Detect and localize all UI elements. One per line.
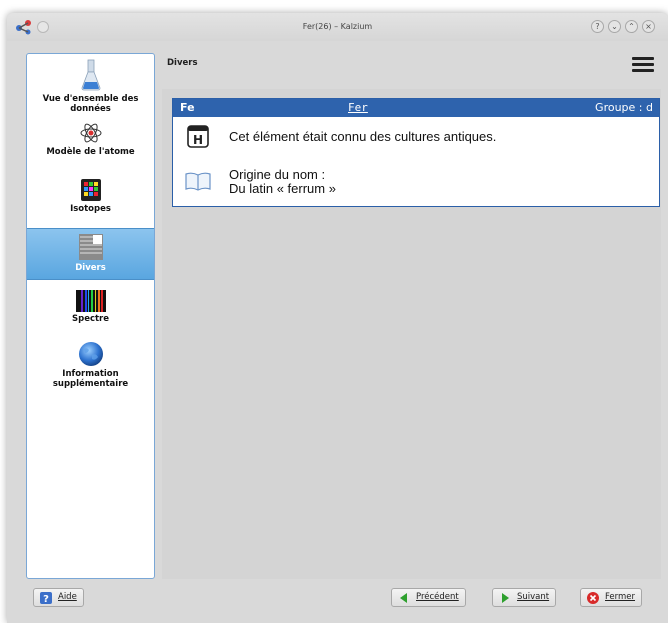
sidebar-item-extra-info[interactable]: Information supplémentaire xyxy=(27,341,154,397)
isotopes-icon xyxy=(80,179,101,201)
element-symbol: Fe xyxy=(180,101,195,114)
sidebar: Vue d'ensemble des données Modèle de l'a… xyxy=(26,53,155,579)
sidebar-item-label: Divers xyxy=(75,263,106,273)
close-icon[interactable]: × xyxy=(642,20,655,33)
sidebar-item-label: Vue d'ensemble des données xyxy=(42,94,139,114)
help-button[interactable]: ? Aide xyxy=(33,588,84,607)
svg-text:H: H xyxy=(193,133,203,147)
sidebar-item-label: Modèle de l'atome xyxy=(46,147,135,157)
flask-icon xyxy=(81,59,100,91)
arrow-right-icon xyxy=(502,593,509,603)
name-origin: Origine du nom : Du latin « ferrum » xyxy=(229,168,336,196)
page-title: Divers xyxy=(167,58,198,68)
maximize-icon[interactable]: ⌃ xyxy=(625,20,638,33)
previous-button-label: Précédent xyxy=(416,592,459,602)
menu-icon[interactable] xyxy=(632,57,654,73)
element-group: Groupe : d xyxy=(595,101,653,114)
previous-button[interactable]: Précédent xyxy=(391,588,466,607)
element-info-box: Fe Fer Groupe : d H Cet élément était co… xyxy=(172,98,660,207)
sidebar-item-label: Isotopes xyxy=(70,204,111,214)
divers-icon xyxy=(78,234,103,260)
discovery-text: Cet élément était connu des cultures ant… xyxy=(229,129,497,144)
sidebar-item-spectrum[interactable]: Spectre xyxy=(27,290,154,334)
help-button-label: Aide xyxy=(58,592,77,602)
origin-label: Origine du nom : xyxy=(229,167,326,182)
svg-text:?: ? xyxy=(43,594,49,604)
next-button[interactable]: Suivant xyxy=(492,588,557,607)
origin-value: Du latin « ferrum » xyxy=(229,181,336,196)
spectrum-icon xyxy=(75,290,106,312)
close-button-label: Fermer xyxy=(605,592,636,602)
title-bar: Fer(26) – Kalzium ? ⌄ ⌃ × xyxy=(7,13,668,41)
atom-icon xyxy=(80,123,101,143)
minimize-icon[interactable]: ⌄ xyxy=(608,20,621,33)
globe-icon xyxy=(78,342,103,366)
sidebar-item-atom-model[interactable]: Modèle de l'atome xyxy=(27,121,154,171)
help-window-icon[interactable]: ? xyxy=(591,20,604,33)
window-title: Fer(26) – Kalzium xyxy=(302,22,373,31)
close-circle-icon xyxy=(587,592,599,604)
next-button-label: Suivant xyxy=(517,592,550,602)
arrow-left-icon xyxy=(400,593,407,603)
element-name-link[interactable]: Fer xyxy=(348,101,368,114)
sidebar-item-divers[interactable]: Divers xyxy=(27,228,154,280)
close-button[interactable]: Fermer xyxy=(580,588,643,607)
sidebar-item-isotopes[interactable]: Isotopes xyxy=(27,178,154,226)
element-header: Fe Fer Groupe : d xyxy=(173,99,659,117)
history-icon: H xyxy=(187,125,209,148)
sidebar-item-label: Information supplémentaire xyxy=(52,369,129,389)
book-icon xyxy=(185,172,211,191)
sidebar-item-label: Spectre xyxy=(71,314,110,324)
sidebar-item-overview[interactable]: Vue d'ensemble des données xyxy=(27,58,154,116)
help-icon: ? xyxy=(40,592,52,604)
